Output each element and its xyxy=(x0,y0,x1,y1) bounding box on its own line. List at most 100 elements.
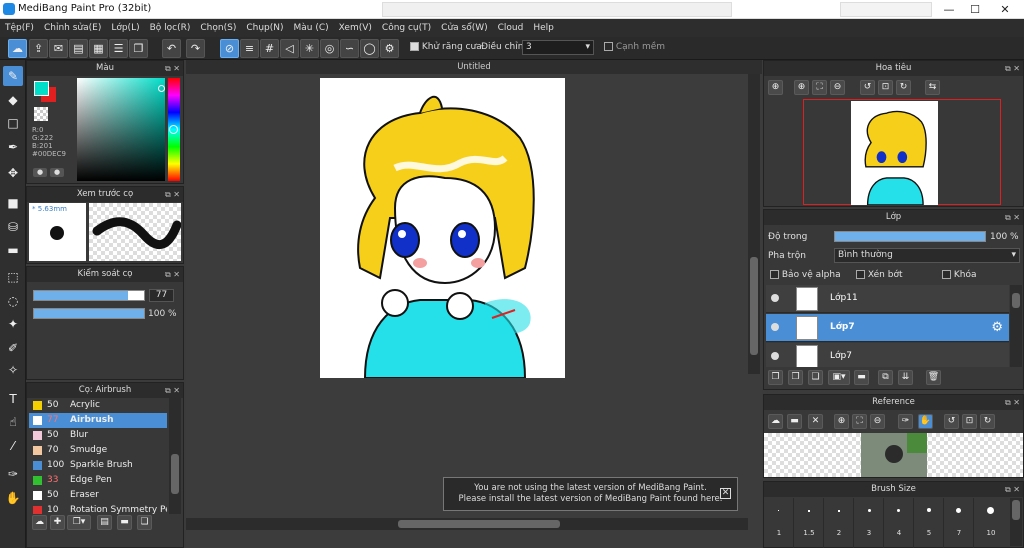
color-picker-cursor[interactable] xyxy=(158,85,165,92)
hand-tool-icon[interactable]: ✋ xyxy=(3,488,23,508)
reference-eyedropper-icon[interactable]: ✑ xyxy=(898,414,913,429)
reference-zoom-in-icon[interactable]: ⊕ xyxy=(834,414,849,429)
select-pen-tool-icon[interactable]: ✐ xyxy=(3,338,23,358)
chat-icon[interactable]: ▤ xyxy=(69,39,88,58)
document-icon[interactable]: ▦ xyxy=(89,39,108,58)
brush-size-cell[interactable]: 1.5 xyxy=(794,498,824,548)
duplicate-layer-icon[interactable]: ⧉ xyxy=(878,370,893,385)
reference-image-area[interactable] xyxy=(764,433,1023,477)
rectangle-tool-icon[interactable]: □ xyxy=(3,113,23,133)
zoom-in-icon[interactable]: ⊕ xyxy=(794,80,809,95)
eye-icon[interactable] xyxy=(771,323,779,331)
transparent-color-swatch[interactable] xyxy=(34,107,48,121)
parallel-snap-icon[interactable]: ≡ xyxy=(240,39,259,58)
grid-snap-icon[interactable]: # xyxy=(260,39,279,58)
brush-item-airbrush[interactable]: 77Airbrush⚙ xyxy=(29,413,167,428)
redo-icon[interactable]: ↷ xyxy=(186,39,205,58)
new-layer-1bit-icon[interactable]: ❑ xyxy=(808,370,823,385)
undo-icon[interactable]: ↶ xyxy=(162,39,181,58)
panel-close-icon[interactable]: ⧉ ✕ xyxy=(1005,210,1020,225)
brush-size-scroll-thumb[interactable] xyxy=(1012,500,1020,520)
add-brush-icon[interactable]: ✚ xyxy=(50,515,65,530)
brush-size-cell[interactable]: 5 xyxy=(914,498,944,548)
menu-cloud[interactable]: Cloud xyxy=(493,19,529,37)
reference-close-icon[interactable]: ✕ xyxy=(808,414,823,429)
brush-item-acrylic[interactable]: 50 Acrylic xyxy=(29,398,167,413)
radial-snap-icon[interactable]: ✳ xyxy=(300,39,319,58)
delete-layer-icon[interactable]: 🗑 xyxy=(926,370,941,385)
panel-close-icon[interactable]: ⧉ ✕ xyxy=(1005,61,1020,76)
layer-opacity-slider[interactable] xyxy=(834,231,986,242)
brush-item-edge-pen[interactable]: 33 Edge Pen xyxy=(29,473,167,488)
new-layer-icon[interactable]: ❐ xyxy=(768,370,783,385)
color-mode-button[interactable]: ● xyxy=(33,168,47,177)
minimize-button[interactable]: — xyxy=(938,0,960,19)
protect-alpha-check-icon[interactable] xyxy=(770,270,779,279)
layer-row-lop7-selected[interactable]: Lớp7 ⚙ xyxy=(766,314,1009,342)
eye-icon[interactable] xyxy=(771,294,779,302)
blend-mode-select[interactable]: Bình thường ▾ xyxy=(834,248,1020,263)
lock-check-icon[interactable] xyxy=(942,270,951,279)
panel-close-icon[interactable]: ⧉ ✕ xyxy=(1005,482,1020,497)
new-layer-8bit-icon[interactable]: ❒ xyxy=(788,370,803,385)
divide-tool-icon[interactable]: ⁄ xyxy=(3,436,23,456)
eye-icon[interactable] xyxy=(771,352,779,360)
menu-help[interactable]: Help xyxy=(528,19,559,37)
circle-snap-icon[interactable]: ◎ xyxy=(320,39,339,58)
add-brush-menu-icon[interactable]: ❐▾ xyxy=(67,515,91,530)
gradient-tool-icon[interactable]: ▬ xyxy=(3,240,23,260)
list-icon[interactable]: ☰ xyxy=(109,39,128,58)
menu-color[interactable]: Màu (C) xyxy=(289,19,334,37)
brush-settings-icon[interactable]: ▤ xyxy=(97,515,112,530)
layers-icon[interactable]: ❐ xyxy=(129,39,148,58)
clipping-checkbox[interactable]: Xén bớt xyxy=(856,270,903,280)
menu-filter[interactable]: Bộ lọc(R) xyxy=(145,19,196,37)
reference-zoom-out-icon[interactable]: ⊖ xyxy=(870,414,885,429)
zoom-in-icon[interactable]: ⊕ xyxy=(768,80,783,95)
brush-size-cell[interactable]: 1 xyxy=(764,498,794,548)
select-eraser-tool-icon[interactable]: ✧ xyxy=(3,360,23,380)
brush-item-rotation-symmetry[interactable]: 10 Rotation Symmetry Pen xyxy=(29,503,167,514)
menu-layer[interactable]: Lớp(L) xyxy=(106,19,144,37)
flip-icon[interactable]: ⇆ xyxy=(925,80,940,95)
settings-gear-icon[interactable]: ⚙ xyxy=(380,39,399,58)
smooth-edge-checkbox[interactable]: Cạnh mềm xyxy=(604,42,665,52)
brush-opacity-slider[interactable] xyxy=(33,308,145,319)
canvas-vscroll-thumb[interactable] xyxy=(750,257,758,355)
panel-close-icon[interactable]: ⧉ ✕ xyxy=(165,61,180,76)
operation-tool-icon[interactable]: ☝ xyxy=(3,412,23,432)
layer-settings-gear-icon[interactable]: ⚙ xyxy=(991,320,1003,335)
reference-open-icon[interactable]: ▬ xyxy=(787,414,802,429)
antialias-check-icon[interactable] xyxy=(410,42,419,51)
layer-row-lop7[interactable]: Lớp7 xyxy=(766,343,1009,367)
reference-rotate-left-icon[interactable]: ↺ xyxy=(944,414,959,429)
magic-wand-tool-icon[interactable]: ✦ xyxy=(3,314,23,334)
rotate-right-icon[interactable]: ↻ xyxy=(896,80,911,95)
brush-size-cell[interactable]: 7 xyxy=(944,498,974,548)
brush-item-blur[interactable]: 50 Blur xyxy=(29,428,167,443)
lasso-tool-icon[interactable]: ◌ xyxy=(3,291,23,311)
eraser-tool-icon[interactable]: ◆ xyxy=(3,90,23,110)
brush-duplicate-icon[interactable]: ❏ xyxy=(137,515,152,530)
panel-close-icon[interactable]: ⧉ ✕ xyxy=(165,267,180,282)
brush-folder-icon[interactable]: ▬ xyxy=(117,515,132,530)
move-tool-icon[interactable]: ✥ xyxy=(3,163,23,183)
upload-icon[interactable]: ⇪ xyxy=(29,39,48,58)
merge-layer-icon[interactable]: ⇊ xyxy=(898,370,913,385)
color-palette-button[interactable]: ● xyxy=(50,168,64,177)
close-window-button[interactable]: ✕ xyxy=(994,0,1016,19)
brush-size-cell[interactable]: 10 xyxy=(974,498,1008,548)
layer-row-lop11[interactable]: Lớp11 xyxy=(766,285,1009,313)
brush-item-sparkle[interactable]: 100 Sparkle Brush xyxy=(29,458,167,473)
saturation-value-picker[interactable] xyxy=(77,78,165,181)
panel-close-icon[interactable]: ⧉ ✕ xyxy=(165,187,180,202)
brush-size-slider[interactable] xyxy=(33,290,145,301)
layer-folder-icon[interactable]: ▬ xyxy=(854,370,869,385)
reference-hand-icon[interactable]: ✋ xyxy=(918,414,933,429)
add-layer-menu-icon[interactable]: ▣▾ xyxy=(828,370,850,385)
notice-close-icon[interactable]: ✕ xyxy=(720,488,731,499)
reference-fit-screen-icon[interactable]: ⊡ xyxy=(962,414,977,429)
smooth-edge-check-icon[interactable] xyxy=(604,42,613,51)
layer-scroll-thumb[interactable] xyxy=(1012,293,1020,308)
menu-window[interactable]: Cửa sổ(W) xyxy=(436,19,492,37)
